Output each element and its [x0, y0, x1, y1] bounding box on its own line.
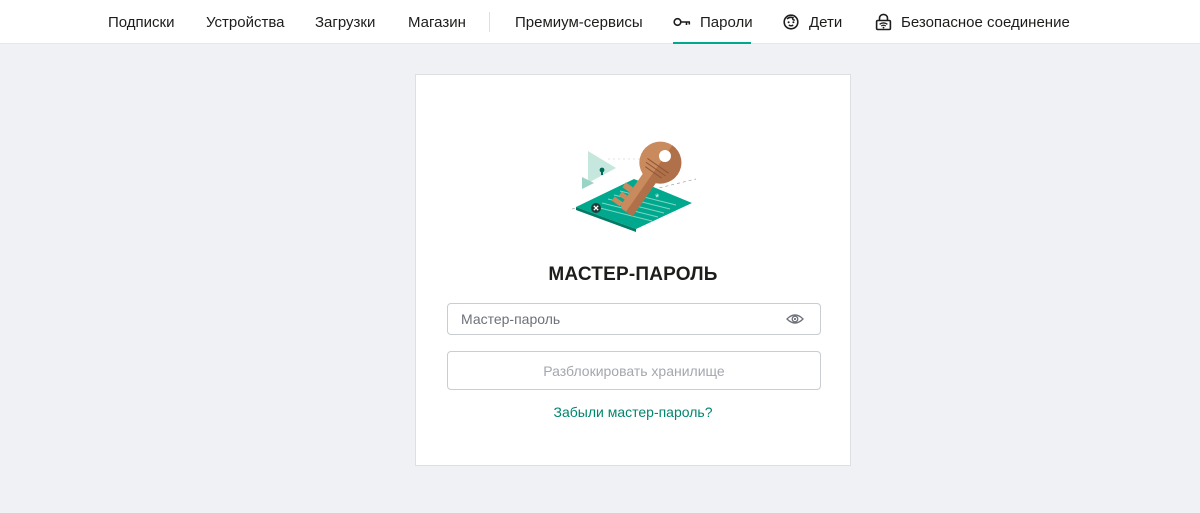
nav-item-secure-connection[interactable]: Безопасное соединение	[875, 0, 1070, 44]
child-face-icon	[782, 13, 800, 31]
key-illustration: *	[568, 137, 703, 233]
nav-item-label: Безопасное соединение	[901, 13, 1070, 31]
nav-item-label: Премиум-сервисы	[515, 13, 643, 31]
nav-item-passwords[interactable]: Пароли	[673, 0, 753, 44]
master-password-input[interactable]	[448, 304, 781, 334]
nav-item-devices[interactable]: Устройства	[206, 0, 284, 44]
secure-connection-icon	[875, 13, 892, 31]
top-navigation: Подписки Устройства Загрузки Магазин Пре…	[0, 0, 1200, 44]
nav-item-downloads[interactable]: Загрузки	[315, 0, 375, 44]
svg-text:*: *	[655, 192, 660, 204]
nav-item-label: Дети	[809, 13, 843, 31]
nav-item-store[interactable]: Магазин	[408, 0, 466, 44]
master-password-field	[447, 303, 821, 335]
nav-item-subscriptions[interactable]: Подписки	[108, 0, 175, 44]
nav-item-label: Магазин	[408, 13, 466, 31]
nav-item-premium-services[interactable]: Премиум-сервисы	[515, 0, 643, 44]
unlock-vault-button[interactable]: Разблокировать хранилище	[447, 351, 821, 390]
nav-divider	[489, 12, 490, 32]
key-icon	[673, 17, 691, 27]
unlock-vault-card: * МАСТЕР-ПАРОЛЬ Разблокировать хранилище…	[415, 74, 851, 466]
eye-icon[interactable]	[786, 311, 804, 327]
forgot-master-password-link[interactable]: Забыли мастер-пароль?	[416, 404, 850, 420]
page-title: МАСТЕР-ПАРОЛЬ	[548, 264, 718, 285]
nav-item-label: Загрузки	[315, 13, 376, 31]
nav-item-label: Устройства	[206, 13, 285, 31]
nav-item-kids[interactable]: Дети	[782, 0, 842, 44]
nav-item-label: Подписки	[108, 13, 175, 31]
nav-item-label: Пароли	[700, 13, 753, 31]
